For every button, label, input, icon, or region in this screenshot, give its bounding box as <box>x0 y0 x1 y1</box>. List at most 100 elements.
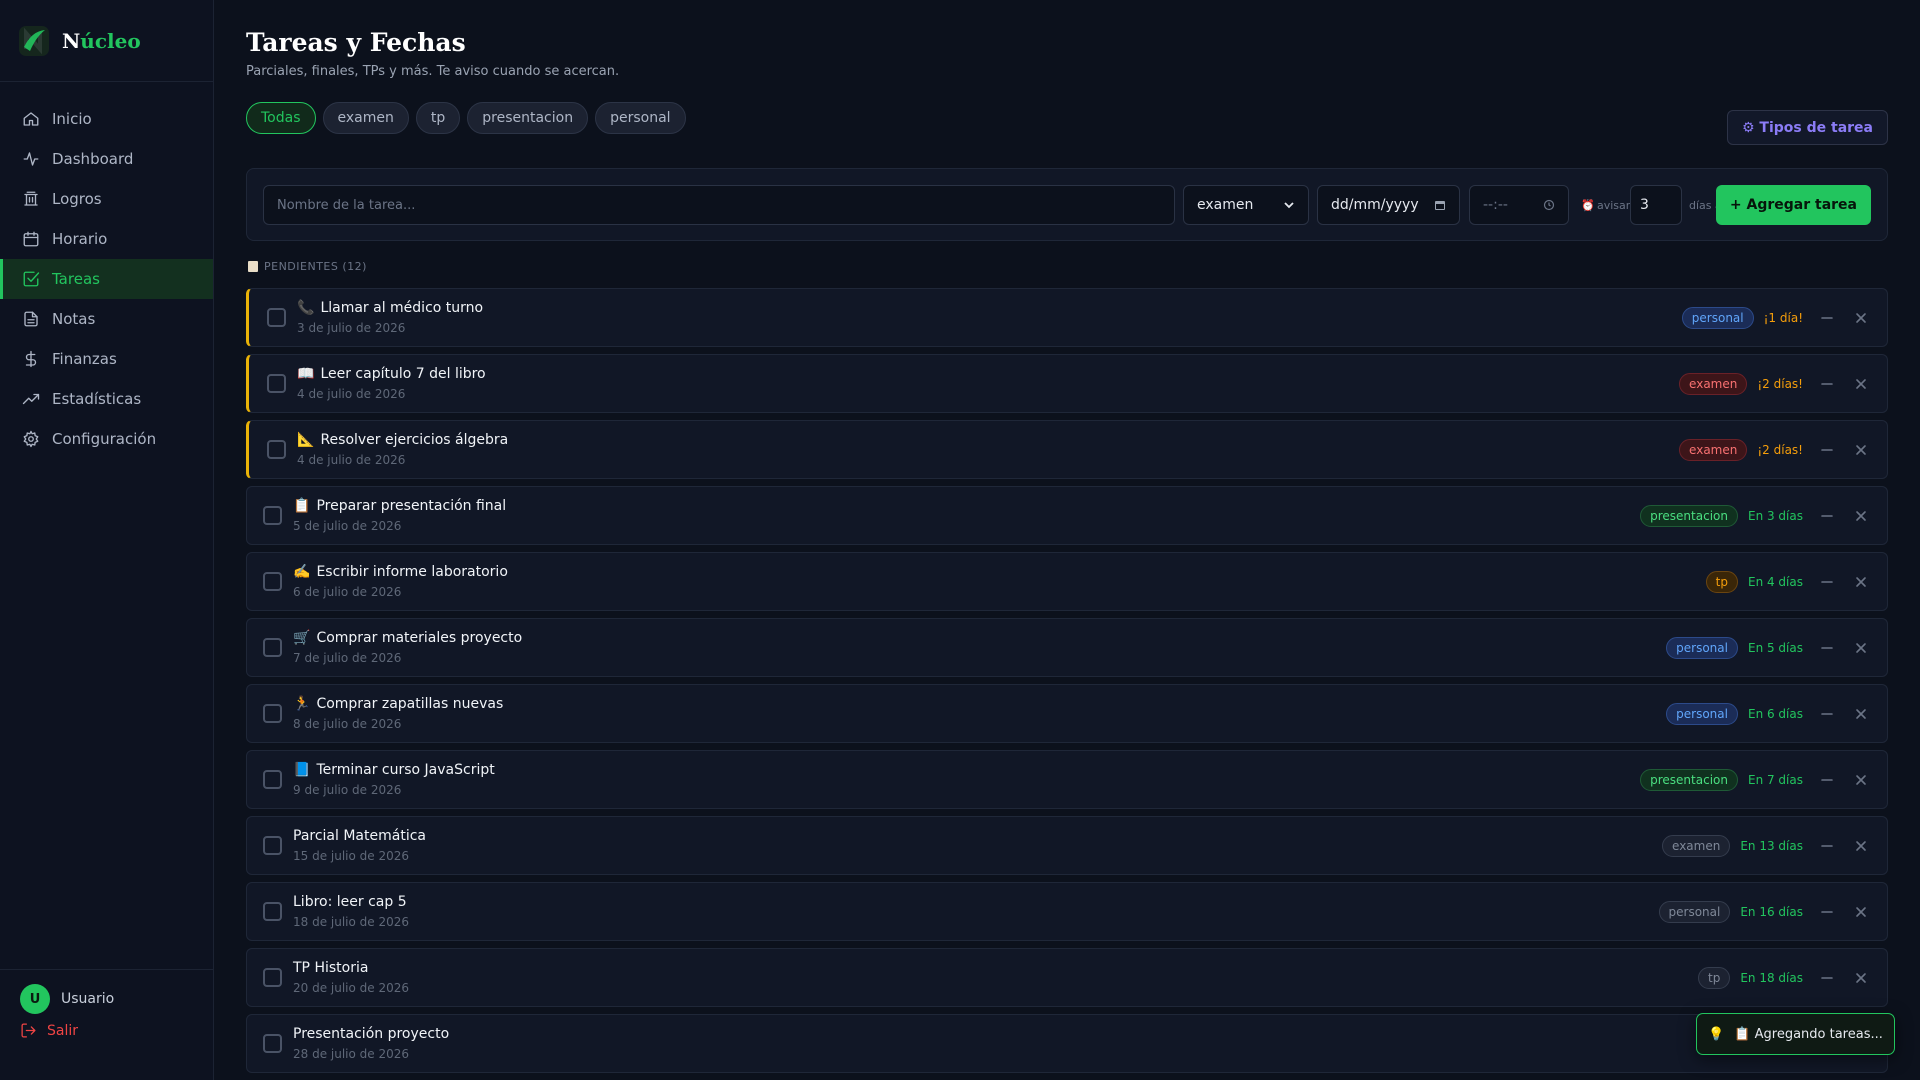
task-checkbox[interactable] <box>263 836 282 855</box>
close-icon[interactable] <box>1851 638 1871 658</box>
task-row[interactable]: 📞 Llamar al médico turno 3 de julio de 20… <box>246 288 1888 347</box>
close-icon[interactable] <box>1851 572 1871 592</box>
close-icon[interactable] <box>1851 374 1871 394</box>
brand[interactable]: Núcleo <box>0 0 213 82</box>
sidebar-item-inicio[interactable]: Inicio <box>0 99 213 139</box>
page-subtitle: Parciales, finales, TPs y más. Te aviso … <box>246 64 620 79</box>
task-row[interactable]: Presentación proyecto 28 de julio de 202… <box>246 1014 1888 1073</box>
edit-icon[interactable] <box>1817 836 1837 856</box>
sidebar-item-configuracion[interactable]: Configuración <box>0 419 213 459</box>
sidebar-item-logros[interactable]: Logros <box>0 179 213 219</box>
task-list: 📞 Llamar al médico turno 3 de julio de 20… <box>246 288 1888 1080</box>
task-row[interactable]: 🏃 Comprar zapatillas nuevas 8 de julio de… <box>246 684 1888 743</box>
task-title: 📋 Preparar presentación final <box>293 498 506 514</box>
task-tag-badge: personal <box>1666 636 1738 659</box>
logout-label: Salir <box>47 1022 79 1039</box>
close-icon[interactable] <box>1851 836 1871 856</box>
task-checkbox[interactable] <box>267 374 286 393</box>
calendar-icon <box>1435 201 1445 210</box>
close-icon[interactable] <box>1851 770 1871 790</box>
task-checkbox[interactable] <box>267 308 286 327</box>
task-title-text: Parcial Matemática <box>293 828 426 844</box>
sidebar-item-label: Finanzas <box>52 350 117 368</box>
close-icon[interactable] <box>1851 704 1871 724</box>
task-actions: tp En 18 días <box>1698 949 1871 1006</box>
sidebar-item-label: Dashboard <box>52 150 134 168</box>
sidebar-item-estadisticas[interactable]: Estadísticas <box>0 379 213 419</box>
task-row[interactable]: Libro: leer cap 5 18 de julio de 2026 pe… <box>246 882 1888 941</box>
edit-icon[interactable] <box>1817 374 1837 394</box>
task-checkbox[interactable] <box>263 968 282 987</box>
file-text-icon <box>24 311 38 327</box>
close-icon[interactable] <box>1851 902 1871 922</box>
edit-icon[interactable] <box>1817 902 1837 922</box>
edit-icon[interactable] <box>1817 572 1837 592</box>
task-row[interactable]: 🛒 Comprar materiales proyecto 7 de julio … <box>246 618 1888 677</box>
edit-icon[interactable] <box>1817 770 1837 790</box>
task-emoji: 📖 <box>297 366 315 382</box>
sidebar: Núcleo Inicio Dashboard Logros Horario T… <box>0 0 214 1080</box>
task-row[interactable]: TP Historia 20 de julio de 2026 tp En 18… <box>246 948 1888 1007</box>
filter-chip-examen[interactable]: examen <box>322 102 409 134</box>
sidebar-item-label: Configuración <box>52 430 157 448</box>
task-row[interactable]: 📐 Resolver ejercicios álgebra 4 de julio … <box>246 420 1888 479</box>
task-checkbox[interactable] <box>267 440 286 459</box>
filter-chip-presentacion[interactable]: presentacion <box>467 102 589 134</box>
task-row[interactable]: 📋 Preparar presentación final 5 de julio … <box>246 486 1888 545</box>
close-icon[interactable] <box>1851 440 1871 460</box>
filter-chip-tp[interactable]: tp <box>415 102 461 134</box>
sidebar-item-tareas[interactable]: Tareas <box>0 259 213 299</box>
logout-button[interactable]: Salir <box>20 1022 214 1039</box>
task-due-text: En 16 días <box>1740 904 1803 919</box>
task-date: 15 de julio de 2026 <box>293 849 410 863</box>
user-profile[interactable]: U Usuario <box>20 984 214 1014</box>
edit-icon[interactable] <box>1817 968 1837 988</box>
time-input[interactable]: --:-- <box>1469 185 1569 225</box>
task-row[interactable]: Parcial Matemática 15 de julio de 2026 e… <box>246 816 1888 875</box>
close-icon[interactable] <box>1851 506 1871 526</box>
task-row[interactable]: 📘 Terminar curso JavaScript 9 de julio de… <box>246 750 1888 809</box>
task-type-select[interactable]: examen <box>1183 185 1309 225</box>
lightbulb-icon: 💡 <box>1708 1026 1725 1042</box>
task-name-field[interactable] <box>263 185 1175 225</box>
edit-icon[interactable] <box>1817 440 1837 460</box>
task-checkbox[interactable] <box>263 770 282 789</box>
task-title: TP Historia <box>293 960 368 976</box>
days-before-input[interactable]: 3 <box>1630 185 1682 225</box>
close-icon[interactable] <box>1851 308 1871 328</box>
sidebar-item-dashboard[interactable]: Dashboard <box>0 139 213 179</box>
edit-icon[interactable] <box>1817 308 1837 328</box>
task-type-value: examen <box>1197 197 1254 213</box>
date-input[interactable]: dd/mm/yyyy <box>1317 185 1460 225</box>
task-date: 5 de julio de 2026 <box>293 519 402 533</box>
task-row[interactable]: ✍️ Escribir informe laboratorio 6 de juli… <box>246 552 1888 611</box>
sidebar-item-finanzas[interactable]: Finanzas <box>0 339 213 379</box>
task-checkbox[interactable] <box>263 572 282 591</box>
brand-name: Núcleo <box>62 28 141 53</box>
task-title-text: Llamar al médico turno <box>320 300 484 316</box>
task-row[interactable]: 📖 Leer capítulo 7 del libro 4 de julio de… <box>246 354 1888 413</box>
task-name-input[interactable] <box>277 197 1161 213</box>
task-checkbox[interactable] <box>263 506 282 525</box>
sidebar-item-notas[interactable]: Notas <box>0 299 213 339</box>
sidebar-item-horario[interactable]: Horario <box>0 219 213 259</box>
edit-icon[interactable] <box>1817 638 1837 658</box>
task-checkbox[interactable] <box>263 1034 282 1053</box>
close-icon[interactable] <box>1851 968 1871 988</box>
sidebar-item-label: Inicio <box>52 110 92 128</box>
task-checkbox[interactable] <box>263 704 282 723</box>
filter-chip-personal[interactable]: personal <box>595 102 686 134</box>
calendar-icon <box>23 231 39 247</box>
edit-icon[interactable] <box>1817 704 1837 724</box>
task-actions: personal En 16 días <box>1658 883 1871 940</box>
task-types-button[interactable]: ⚙ Tipos de tarea <box>1727 110 1888 145</box>
pending-section-label: PENDIENTES (12) <box>248 260 367 273</box>
filter-chip-todas[interactable]: Todas <box>246 102 316 134</box>
task-title: Parcial Matemática <box>293 828 426 844</box>
task-due-text: ¡2 días! <box>1757 442 1803 457</box>
pending-section-text: PENDIENTES (12) <box>264 260 367 273</box>
add-task-button[interactable]: + Agregar tarea <box>1715 185 1871 225</box>
task-checkbox[interactable] <box>263 902 282 921</box>
edit-icon[interactable] <box>1817 506 1837 526</box>
task-checkbox[interactable] <box>263 638 282 657</box>
